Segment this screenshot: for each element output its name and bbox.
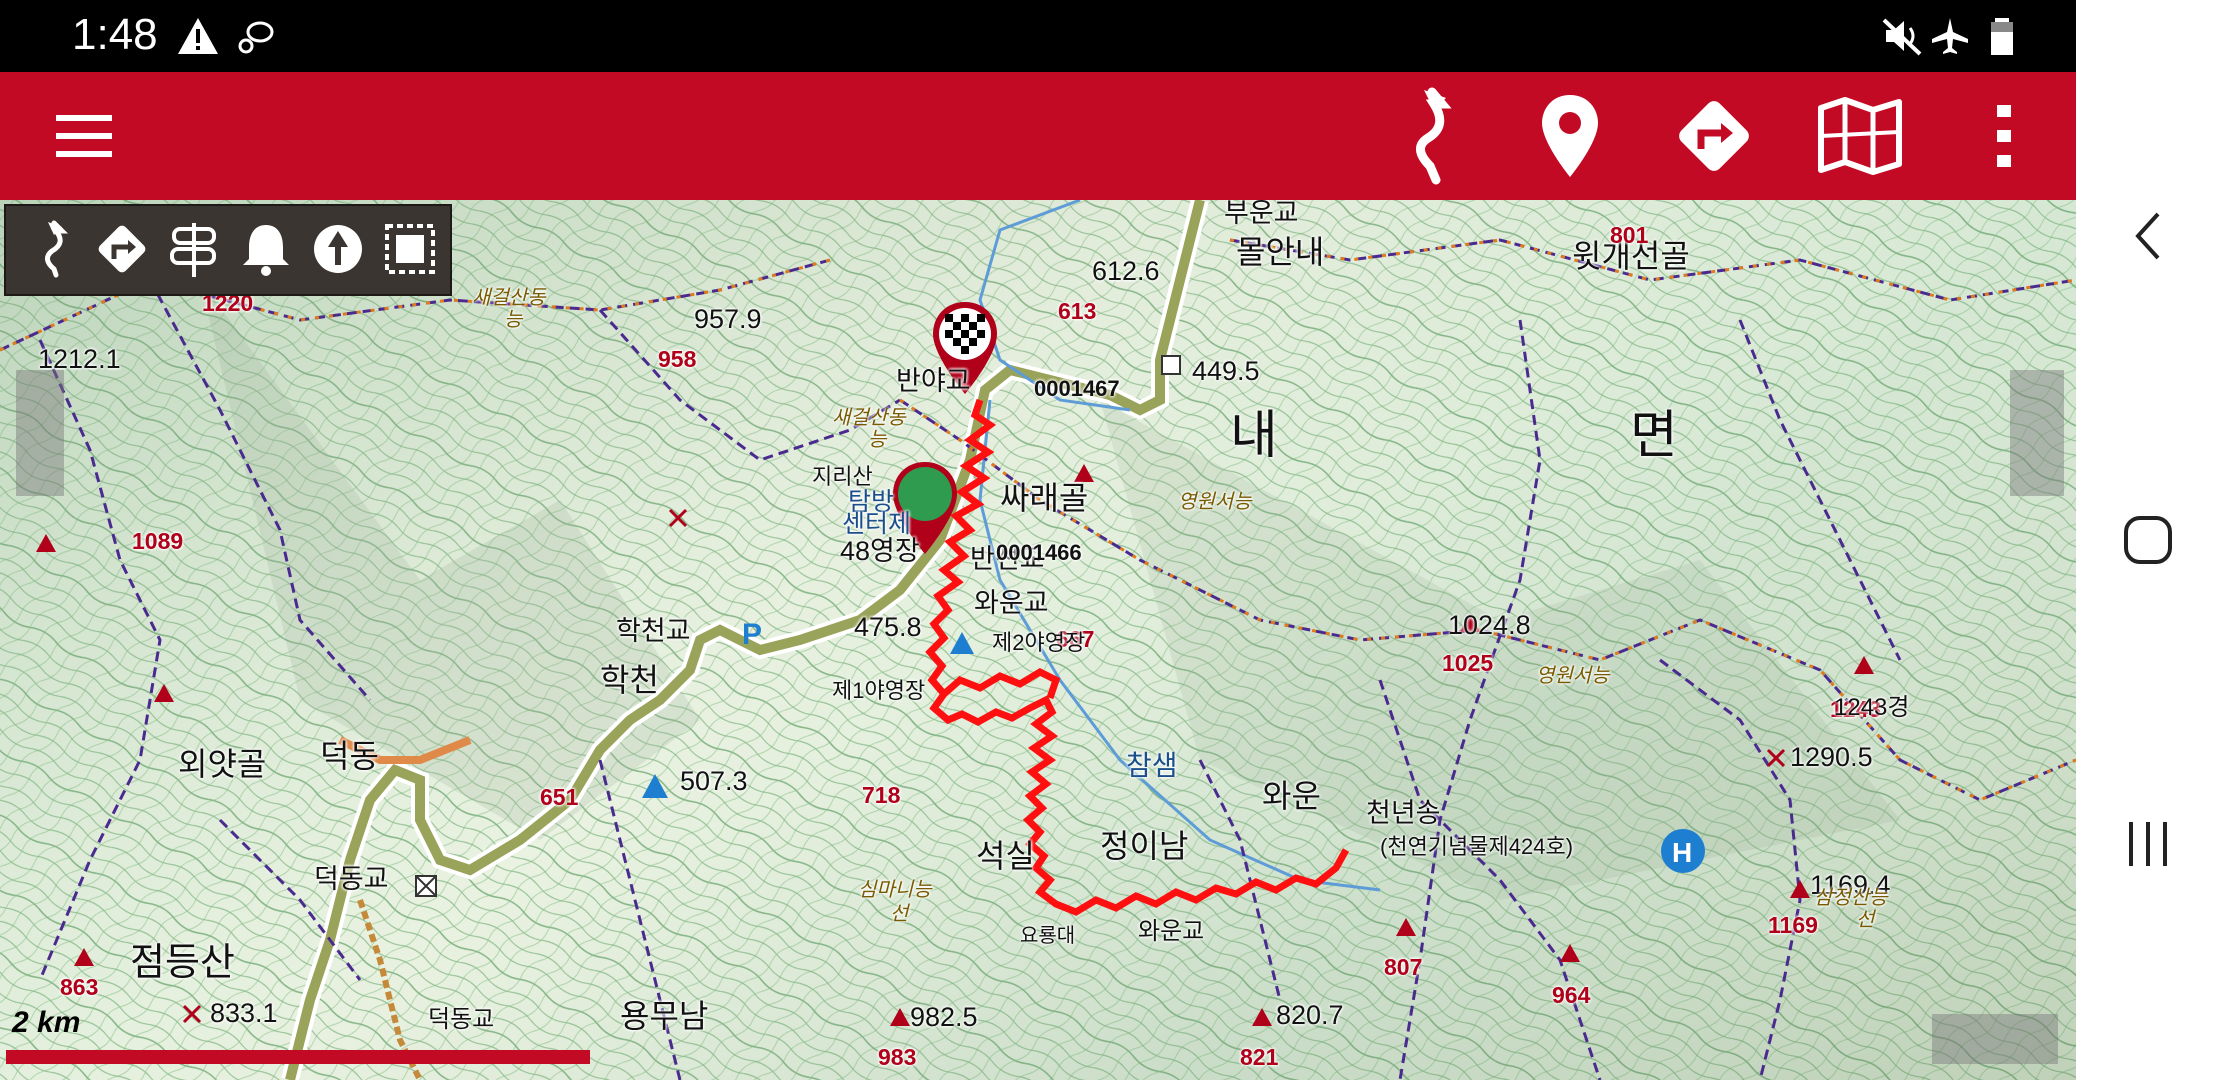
peak-label: 964 bbox=[1552, 982, 1591, 1008]
battery-icon bbox=[1980, 14, 2024, 58]
peak-label: 958 bbox=[658, 346, 697, 372]
map-label: 정이남 bbox=[1100, 828, 1189, 864]
place-label: 지리산 bbox=[812, 464, 873, 489]
place-label: 학천교 bbox=[616, 616, 691, 646]
place-label: 요룡대 bbox=[1020, 925, 1076, 947]
trail-label: 선 bbox=[890, 903, 909, 925]
status-bar: 1:48 bbox=[0, 0, 2076, 72]
peak-label: 613 bbox=[1058, 298, 1097, 324]
map-label: 점등산 bbox=[130, 942, 235, 984]
place-label: 반야교 bbox=[896, 366, 971, 396]
trail-label: 능 bbox=[868, 429, 887, 451]
peak-label: 1169 bbox=[1768, 912, 1818, 938]
place-label: 덕동교 bbox=[428, 1006, 495, 1033]
elevation-label: 957.9 bbox=[694, 304, 762, 334]
hamburger-menu-icon[interactable] bbox=[32, 86, 136, 186]
peak-label: 718 bbox=[862, 782, 901, 808]
route-code: 0001467 bbox=[1034, 376, 1120, 401]
elevation-label: 1212.1 bbox=[38, 344, 121, 374]
signpost-icon[interactable] bbox=[162, 214, 226, 284]
elevation-label: 820.7 bbox=[1276, 1000, 1344, 1030]
waypoint-icon[interactable] bbox=[1518, 86, 1622, 186]
trail-label: 능 bbox=[504, 309, 523, 331]
map-label: 덕동 bbox=[320, 738, 379, 774]
map-view[interactable]: P H 내 면 점등산 학천 덕동 외얏골 석실 정이남 와운 싸래골 몰안내 … bbox=[0, 200, 2076, 1080]
selection-icon[interactable] bbox=[378, 214, 442, 284]
trail-label: 삼정산능 bbox=[1814, 887, 1888, 909]
directions-icon[interactable] bbox=[1662, 86, 1766, 186]
peak-label: 1089 bbox=[132, 528, 184, 554]
map-label: 몰안내 bbox=[1236, 234, 1325, 270]
peak-label: 807 bbox=[1384, 954, 1423, 980]
overflow-menu-icon[interactable] bbox=[1952, 86, 2056, 186]
map-label: 학천 bbox=[600, 662, 659, 698]
elevation-label: 1290.5 bbox=[1790, 742, 1873, 772]
scale-bar bbox=[6, 1050, 590, 1064]
map-label: 와운 bbox=[1262, 778, 1321, 814]
elevation-label: 449.5 bbox=[1192, 356, 1260, 386]
tool-strip bbox=[4, 204, 452, 296]
airplane-icon bbox=[1928, 14, 1972, 58]
left-panel-handle[interactable] bbox=[16, 370, 64, 496]
map-label: 면 bbox=[1630, 407, 1678, 465]
peak-label: 983 bbox=[878, 1044, 917, 1070]
peak-label: 651 bbox=[540, 784, 579, 810]
place-label: (천연기념물제424호) bbox=[1380, 834, 1574, 859]
status-time: 1:48 bbox=[72, 10, 158, 59]
map-label: 외얏골 bbox=[178, 746, 267, 782]
alarm-icon[interactable] bbox=[234, 214, 298, 284]
trail-label: 영원서능 bbox=[1178, 491, 1252, 513]
place-label: 48영장 bbox=[840, 536, 920, 566]
warning-icon bbox=[176, 14, 220, 58]
right-panel-handle[interactable] bbox=[2010, 370, 2064, 496]
place-label: 부운교 bbox=[1224, 200, 1299, 228]
elevation-label: 612.6 bbox=[1092, 256, 1160, 286]
map-label: 1243경 bbox=[1834, 694, 1910, 721]
scale-label: 2 km bbox=[12, 1006, 81, 1039]
map-icon[interactable] bbox=[1808, 86, 1912, 186]
track-icon[interactable] bbox=[20, 214, 84, 284]
trail-label: 새걸산동 bbox=[472, 287, 546, 309]
peak-label: 1025 bbox=[1442, 650, 1494, 676]
mute-icon bbox=[1880, 14, 1924, 58]
elevation-label: 1024.8 bbox=[1448, 610, 1531, 640]
trail-label: 심마니능 bbox=[858, 879, 932, 901]
map-label: 석실 bbox=[976, 838, 1035, 874]
elevation-label: 982.5 bbox=[910, 1002, 978, 1032]
back-icon[interactable] bbox=[2112, 200, 2184, 272]
system-nav-bar bbox=[2076, 0, 2220, 1080]
map-label: 용무남 bbox=[620, 998, 709, 1034]
navigate-icon[interactable] bbox=[90, 214, 154, 284]
svg-text:P: P bbox=[742, 618, 762, 651]
place-label: 덕동교 bbox=[314, 864, 389, 894]
home-icon[interactable] bbox=[2112, 504, 2184, 576]
route-code: 0001466 bbox=[996, 540, 1082, 565]
map-label: 내 bbox=[1230, 407, 1278, 465]
north-arrow-icon[interactable] bbox=[306, 214, 370, 284]
trail-label: 영원서능 bbox=[1536, 665, 1610, 687]
trail-label: 새걸산동 bbox=[832, 407, 906, 429]
place-label: 와운교 bbox=[1138, 918, 1205, 945]
elevation-label: 475.8 bbox=[854, 612, 922, 642]
bottom-panel-handle[interactable] bbox=[1932, 1014, 2058, 1064]
trail-label: 선 bbox=[1856, 909, 1875, 931]
elevation-label: 833.1 bbox=[210, 998, 278, 1028]
recents-icon[interactable] bbox=[2112, 808, 2184, 880]
app-toolbar bbox=[0, 72, 2076, 200]
place-label: 와운교 bbox=[974, 588, 1049, 618]
peak-label: 821 bbox=[1240, 1044, 1279, 1070]
peak-label: 801 bbox=[1610, 222, 1649, 248]
elevation-label: 507.3 bbox=[680, 766, 748, 796]
place-label: 센터제 bbox=[842, 510, 912, 538]
spring-label: 참샘 bbox=[1126, 750, 1178, 781]
route-icon[interactable] bbox=[1376, 86, 1480, 186]
map-label: 싸래골 bbox=[1000, 480, 1089, 516]
shoe-icon bbox=[234, 14, 278, 58]
svg-text:H: H bbox=[1672, 837, 1692, 868]
peak-label: 863 bbox=[60, 974, 99, 1000]
place-label: 천년송 bbox=[1366, 798, 1441, 828]
place-label: 제2야영장 bbox=[992, 630, 1086, 655]
place-label: 제1야영장 bbox=[832, 678, 926, 703]
